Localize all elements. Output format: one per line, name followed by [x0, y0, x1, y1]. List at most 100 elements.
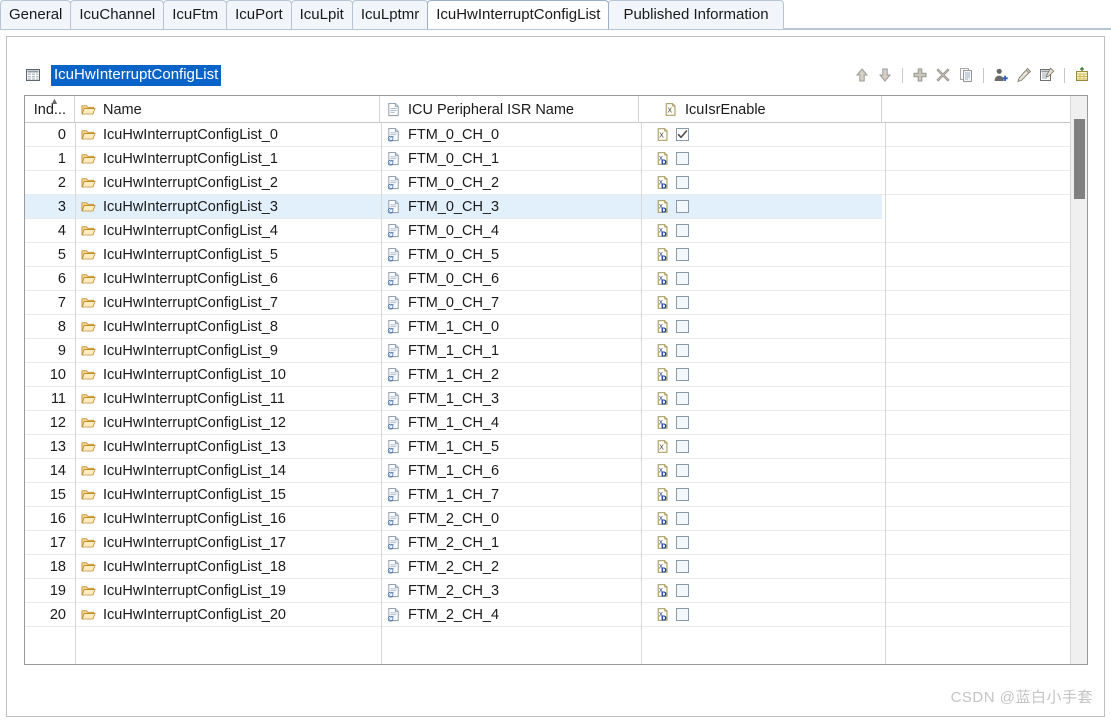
add-user-button[interactable]: [991, 65, 1011, 85]
cell-name[interactable]: IcuHwInterruptConfigList_12: [75, 411, 380, 435]
table-row[interactable]: 8 IcuHwInterruptConfigList_8 c FTM_1_CH_0 X D: [25, 315, 1087, 339]
tab-general[interactable]: General: [0, 0, 72, 29]
icuisrenable-checkbox[interactable]: [676, 392, 689, 405]
table-row[interactable]: 7 IcuHwInterruptConfigList_7 c FTM_0_CH_7 X D: [25, 291, 1087, 315]
cell-name[interactable]: IcuHwInterruptConfigList_0: [75, 123, 380, 147]
vertical-scrollbar[interactable]: [1070, 96, 1087, 664]
cell-icuisrenable[interactable]: XD: [639, 147, 882, 171]
cell-icuisrenable[interactable]: XD: [639, 603, 882, 627]
cell-isr-name[interactable]: c FTM_2_CH_2: [380, 555, 639, 579]
table-row[interactable]: 4 IcuHwInterruptConfigList_4 c FTM_0_CH_4 X D: [25, 219, 1087, 243]
table-row[interactable]: 20 IcuHwInterruptConfigList_20 c FTM_2_CH_4…: [25, 603, 1087, 627]
icuisrenable-checkbox[interactable]: [676, 344, 689, 357]
icuisrenable-checkbox[interactable]: [676, 128, 689, 141]
cell-icuisrenable[interactable]: XD: [639, 219, 882, 243]
table-row[interactable]: 5 IcuHwInterruptConfigList_5 c FTM_0_CH_5 X D: [25, 243, 1087, 267]
cell-icuisrenable[interactable]: XD: [639, 339, 882, 363]
cell-icuisrenable[interactable]: XD: [639, 171, 882, 195]
scrollbar-thumb[interactable]: [1074, 119, 1085, 199]
table-row[interactable]: 12 IcuHwInterruptConfigList_12 c FTM_1_CH_4…: [25, 411, 1087, 435]
icuisrenable-checkbox[interactable]: [676, 584, 689, 597]
cell-name[interactable]: IcuHwInterruptConfigList_18: [75, 555, 380, 579]
icuisrenable-checkbox[interactable]: [676, 176, 689, 189]
tab-iculptmr[interactable]: IcuLptmr: [351, 0, 429, 29]
icuisrenable-checkbox[interactable]: [676, 152, 689, 165]
cell-name[interactable]: IcuHwInterruptConfigList_6: [75, 267, 380, 291]
tab-iculpit[interactable]: IcuLpit: [290, 0, 353, 29]
cell-icuisrenable[interactable]: XD: [639, 243, 882, 267]
cell-isr-name[interactable]: c FTM_1_CH_3: [380, 387, 639, 411]
column-header-index[interactable]: ▲ Ind...: [25, 96, 75, 123]
cell-isr-name[interactable]: c FTM_2_CH_0: [380, 507, 639, 531]
cell-isr-name[interactable]: c FTM_1_CH_6: [380, 459, 639, 483]
cell-name[interactable]: IcuHwInterruptConfigList_11: [75, 387, 380, 411]
cell-isr-name[interactable]: c FTM_0_CH_7: [380, 291, 639, 315]
cell-name[interactable]: IcuHwInterruptConfigList_15: [75, 483, 380, 507]
table-row[interactable]: 16 IcuHwInterruptConfigList_16 c FTM_2_CH_0…: [25, 507, 1087, 531]
cell-icuisrenable[interactable]: XD: [639, 531, 882, 555]
cell-name[interactable]: IcuHwInterruptConfigList_9: [75, 339, 380, 363]
icuisrenable-checkbox[interactable]: [676, 272, 689, 285]
table-row[interactable]: 9 IcuHwInterruptConfigList_9 c FTM_1_CH_1 X D: [25, 339, 1087, 363]
cell-icuisrenable[interactable]: XD: [639, 291, 882, 315]
cell-isr-name[interactable]: c FTM_2_CH_1: [380, 531, 639, 555]
cell-icuisrenable[interactable]: XD: [639, 387, 882, 411]
column-header-icuisrenable[interactable]: X IcuIsrEnable: [639, 96, 882, 123]
cell-isr-name[interactable]: c FTM_0_CH_3: [380, 195, 639, 219]
icuisrenable-checkbox[interactable]: [676, 488, 689, 501]
cell-isr-name[interactable]: c FTM_0_CH_2: [380, 171, 639, 195]
cell-name[interactable]: IcuHwInterruptConfigList_8: [75, 315, 380, 339]
cell-icuisrenable[interactable]: XD: [639, 555, 882, 579]
cell-isr-name[interactable]: c FTM_1_CH_4: [380, 411, 639, 435]
table-row[interactable]: 3 IcuHwInterruptConfigList_3 c FTM_0_CH_3 X D: [25, 194, 1087, 219]
table-row[interactable]: 18 IcuHwInterruptConfigList_18 c FTM_2_CH_2…: [25, 555, 1087, 579]
cell-isr-name[interactable]: c FTM_0_CH_0: [380, 123, 639, 147]
table-row[interactable]: 2 IcuHwInterruptConfigList_2 c FTM_0_CH_2 X D: [25, 171, 1087, 195]
icuisrenable-checkbox[interactable]: [676, 248, 689, 261]
table-row[interactable]: 15 IcuHwInterruptConfigList_15 c FTM_1_CH_7…: [25, 483, 1087, 507]
tab-published-information[interactable]: Published Information: [608, 0, 784, 29]
icuisrenable-checkbox[interactable]: [676, 368, 689, 381]
cell-icuisrenable[interactable]: XD: [639, 579, 882, 603]
table-row[interactable]: 14 IcuHwInterruptConfigList_14 c FTM_1_CH_6…: [25, 459, 1087, 483]
cell-name[interactable]: IcuHwInterruptConfigList_7: [75, 291, 380, 315]
cell-icuisrenable[interactable]: XD: [639, 363, 882, 387]
delete-button[interactable]: [933, 65, 953, 85]
cell-name[interactable]: IcuHwInterruptConfigList_13: [75, 435, 380, 459]
cell-name[interactable]: IcuHwInterruptConfigList_2: [75, 171, 380, 195]
icuisrenable-checkbox[interactable]: [676, 440, 689, 453]
column-header-name[interactable]: Name: [75, 96, 380, 123]
cell-isr-name[interactable]: c FTM_0_CH_6: [380, 267, 639, 291]
cell-icuisrenable[interactable]: XD: [639, 459, 882, 483]
edit-table-button[interactable]: [1037, 65, 1057, 85]
tab-icuchannel[interactable]: IcuChannel: [70, 0, 165, 29]
cell-isr-name[interactable]: c FTM_2_CH_4: [380, 603, 639, 627]
table-row[interactable]: 17 IcuHwInterruptConfigList_17 c FTM_2_CH_1…: [25, 531, 1087, 555]
icuisrenable-checkbox[interactable]: [676, 200, 689, 213]
icuisrenable-checkbox[interactable]: [676, 296, 689, 309]
cell-name[interactable]: IcuHwInterruptConfigList_3: [75, 195, 380, 219]
cell-isr-name[interactable]: c FTM_0_CH_4: [380, 219, 639, 243]
cell-icuisrenable[interactable]: X: [639, 435, 882, 459]
icuisrenable-checkbox[interactable]: [676, 512, 689, 525]
cell-icuisrenable[interactable]: XD: [639, 195, 882, 219]
table-row[interactable]: 6 IcuHwInterruptConfigList_6 c FTM_0_CH_6 X D: [25, 267, 1087, 291]
tab-icuftm[interactable]: IcuFtm: [163, 0, 228, 29]
cell-icuisrenable[interactable]: XD: [639, 315, 882, 339]
cell-isr-name[interactable]: c FTM_2_CH_3: [380, 579, 639, 603]
cell-icuisrenable[interactable]: XD: [639, 507, 882, 531]
cell-name[interactable]: IcuHwInterruptConfigList_10: [75, 363, 380, 387]
cell-isr-name[interactable]: c FTM_1_CH_5: [380, 435, 639, 459]
cell-name[interactable]: IcuHwInterruptConfigList_1: [75, 147, 380, 171]
icuisrenable-checkbox[interactable]: [676, 608, 689, 621]
cell-name[interactable]: IcuHwInterruptConfigList_17: [75, 531, 380, 555]
column-header-isr[interactable]: ICU Peripheral ISR Name: [380, 96, 639, 123]
table-row[interactable]: 11 IcuHwInterruptConfigList_11 c FTM_1_CH_3…: [25, 387, 1087, 411]
table-row[interactable]: 0 IcuHwInterruptConfigList_0 c FTM_0_CH_0 X: [25, 123, 1087, 147]
cell-name[interactable]: IcuHwInterruptConfigList_16: [75, 507, 380, 531]
cell-icuisrenable[interactable]: XD: [639, 483, 882, 507]
cell-name[interactable]: IcuHwInterruptConfigList_14: [75, 459, 380, 483]
icuisrenable-checkbox[interactable]: [676, 464, 689, 477]
cell-name[interactable]: IcuHwInterruptConfigList_19: [75, 579, 380, 603]
cell-isr-name[interactable]: c FTM_1_CH_2: [380, 363, 639, 387]
